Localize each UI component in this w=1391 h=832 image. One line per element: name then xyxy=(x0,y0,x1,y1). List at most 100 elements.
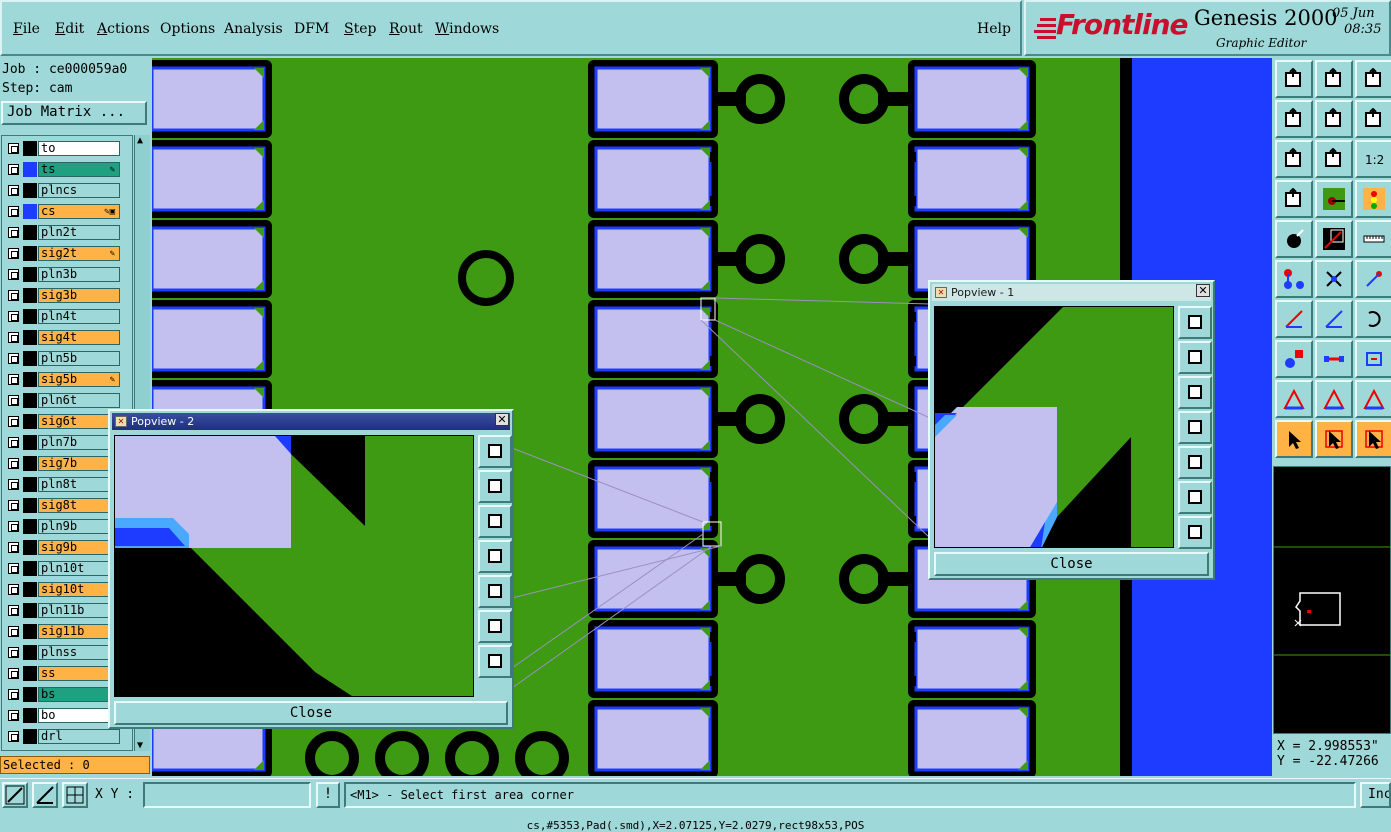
add-via-button[interactable] xyxy=(1275,340,1313,378)
layer-name[interactable]: pln6t xyxy=(38,393,120,408)
pan-right-button[interactable] xyxy=(478,575,512,608)
popview-2-window[interactable]: ✕ Popview - 2 ✕ Close xyxy=(108,409,514,729)
layer-checkbox[interactable] xyxy=(8,416,19,427)
layer-color-swatch[interactable] xyxy=(23,435,37,450)
draw-line-button[interactable] xyxy=(1275,300,1313,338)
layer-name[interactable]: to xyxy=(38,141,120,156)
break-button[interactable] xyxy=(1315,260,1353,298)
pan-left-button[interactable] xyxy=(1275,100,1313,138)
layer-row-pln6t[interactable]: pln6t xyxy=(2,391,132,410)
layer-name[interactable]: drl xyxy=(38,729,120,744)
resize-button[interactable] xyxy=(1355,340,1391,378)
popview-1-close-button[interactable]: Close xyxy=(934,552,1209,576)
pan-right-button[interactable] xyxy=(1178,446,1212,479)
popview-1-titlebar[interactable]: ✕ Popview - 1 xyxy=(932,284,1211,301)
layer-row-to[interactable]: to xyxy=(2,139,132,158)
menu-dfm[interactable]: DFM xyxy=(294,21,329,37)
zoom-home-button[interactable] xyxy=(1275,60,1313,98)
exclamation-button[interactable]: ! xyxy=(316,782,340,808)
pan-down-button[interactable] xyxy=(478,505,512,538)
layer-name[interactable]: pln5b xyxy=(38,351,120,366)
layer-checkbox[interactable] xyxy=(8,689,19,700)
layer-color-swatch[interactable] xyxy=(23,456,37,471)
layer-row-pln3b[interactable]: pln3b xyxy=(2,265,132,284)
layer-checkbox[interactable] xyxy=(8,143,19,154)
move-button[interactable] xyxy=(1315,340,1353,378)
scroll-up-icon[interactable]: ▲ xyxy=(137,135,143,146)
layer-row-pln5b[interactable]: pln5b xyxy=(2,349,132,368)
layer-color-swatch[interactable] xyxy=(23,666,37,681)
scroll-down-icon[interactable]: ▼ xyxy=(137,740,143,751)
select-feature-button[interactable] xyxy=(1275,220,1313,258)
layer-checkbox[interactable] xyxy=(8,500,19,511)
layer-checkbox[interactable] xyxy=(8,584,19,595)
layer-color-swatch[interactable] xyxy=(23,498,37,513)
layer-color-swatch[interactable] xyxy=(23,624,37,639)
layer-checkbox[interactable] xyxy=(8,542,19,553)
layer-name[interactable]: plncs xyxy=(38,183,120,198)
layer-color-swatch[interactable] xyxy=(23,708,37,723)
layer-row-sig3b[interactable]: sig3b xyxy=(2,286,132,305)
menu-edit[interactable]: Edit xyxy=(55,21,84,37)
layer-color-swatch[interactable] xyxy=(23,330,37,345)
layer-checkbox[interactable] xyxy=(8,521,19,532)
grid-button[interactable] xyxy=(62,782,88,808)
layer-color-swatch[interactable] xyxy=(23,162,37,177)
zoom-in-button[interactable] xyxy=(1178,516,1212,549)
layer-name[interactable]: pln3b xyxy=(38,267,120,282)
layer-color-swatch[interactable] xyxy=(23,729,37,744)
layer-color-swatch[interactable] xyxy=(23,204,37,219)
layer-color-swatch[interactable] xyxy=(23,519,37,534)
layer-row-pln2t[interactable]: pln2t xyxy=(2,223,132,242)
layer-checkbox[interactable] xyxy=(8,374,19,385)
close-icon[interactable]: ✕ xyxy=(1196,284,1210,297)
layer-row-cs[interactable]: cs ✎▣ xyxy=(2,202,132,221)
menu-actions[interactable]: Actions xyxy=(97,21,150,37)
layer-row-ts[interactable]: ts ✎ xyxy=(2,160,132,179)
menu-windows[interactable]: Windows xyxy=(435,21,499,37)
surface-edit-button[interactable] xyxy=(1315,380,1353,418)
layer-color-swatch[interactable] xyxy=(23,393,37,408)
layer-color-swatch[interactable] xyxy=(23,687,37,702)
layer-checkbox[interactable] xyxy=(8,227,19,238)
layer-name[interactable]: pln4t xyxy=(38,309,120,324)
layer-name[interactable]: sig4t xyxy=(38,330,120,345)
zoom-in-button[interactable] xyxy=(478,645,512,678)
pan-up-button[interactable] xyxy=(478,470,512,503)
layer-color-swatch[interactable] xyxy=(23,414,37,429)
layer-checkbox[interactable] xyxy=(8,605,19,616)
layer-checkbox[interactable] xyxy=(8,647,19,658)
layer-checkbox[interactable] xyxy=(8,206,19,217)
zoom-fit-button[interactable] xyxy=(478,435,512,468)
pan-down-button[interactable] xyxy=(1178,376,1212,409)
layer-row-sig5b[interactable]: sig5b ✎ xyxy=(2,370,132,389)
layer-color-swatch[interactable] xyxy=(23,372,37,387)
layer-color-swatch[interactable] xyxy=(23,477,37,492)
popview-2-titlebar[interactable]: ✕ Popview - 2 xyxy=(112,413,510,430)
zoom-window-button[interactable] xyxy=(1315,60,1353,98)
layer-checkbox[interactable] xyxy=(8,269,19,280)
measure-button[interactable] xyxy=(32,782,58,808)
layer-color-swatch[interactable] xyxy=(23,645,37,660)
pointer-button[interactable] xyxy=(1275,420,1313,458)
layer-row-sig4t[interactable]: sig4t xyxy=(2,328,132,347)
layer-name[interactable]: sig2t ✎ xyxy=(38,246,120,261)
layer-row-plncs[interactable]: plncs xyxy=(2,181,132,200)
layer-checkbox[interactable] xyxy=(8,311,19,322)
layer-checkbox[interactable] xyxy=(8,479,19,490)
select-pointer-button[interactable] xyxy=(1315,420,1353,458)
menu-help[interactable]: Help xyxy=(977,21,1011,37)
zoom-out-button[interactable] xyxy=(1178,481,1212,514)
layer-row-sig2t[interactable]: sig2t ✎ xyxy=(2,244,132,263)
popview-2-close-button[interactable]: Close xyxy=(114,701,508,725)
layer-color-swatch[interactable] xyxy=(23,750,37,751)
close-icon[interactable]: ✕ xyxy=(495,413,509,426)
draw-arc-button[interactable] xyxy=(1315,300,1353,338)
layer-checkbox[interactable] xyxy=(8,731,19,742)
hookup-button[interactable] xyxy=(1275,180,1313,218)
layer-name[interactable]: 2rd xyxy=(38,750,120,751)
redraw-button[interactable] xyxy=(1355,100,1391,138)
layer-color-swatch[interactable] xyxy=(23,267,37,282)
popview-2-view[interactable] xyxy=(114,435,474,697)
zoom-fit-button[interactable] xyxy=(1178,306,1212,339)
